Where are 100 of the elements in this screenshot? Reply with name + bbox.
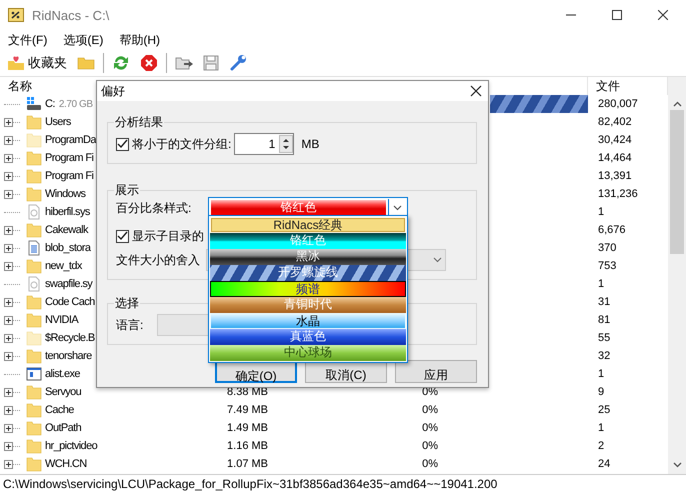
item-name[interactable]: blob_stora [45, 242, 90, 254]
expand-icon[interactable] [4, 172, 20, 180]
checkbox[interactable] [116, 138, 129, 150]
expand-icon[interactable] [4, 244, 20, 252]
dropdown-option[interactable]: 中心球场 [210, 345, 406, 361]
dialog-button[interactable]: 应用 [395, 360, 477, 383]
expand-icon[interactable] [4, 388, 20, 396]
expand-icon[interactable] [4, 316, 20, 324]
item-name[interactable]: tenorshare [45, 350, 92, 362]
unit-label: MB [301, 137, 320, 151]
expand-icon[interactable] [4, 352, 20, 360]
files-cell-text: 6,676 [597, 224, 627, 236]
folder-icon [26, 186, 42, 202]
files-cell-text: 370 [597, 242, 618, 254]
item-name[interactable]: Program Fi [45, 170, 94, 182]
menu-item[interactable]: 文件(F) [8, 32, 48, 48]
item-name[interactable]: $Recycle.B [45, 332, 95, 344]
item-name[interactable]: NVIDIA [45, 314, 78, 326]
item-name[interactable]: swapfile.sy [45, 278, 92, 290]
folder-icon [26, 258, 42, 274]
dropdown-option[interactable]: 频谱 [210, 281, 406, 297]
maximize-icon[interactable] [612, 10, 622, 20]
program-icon [26, 366, 42, 382]
files-cell-text: 30,424 [597, 134, 633, 146]
folder-icon [26, 402, 42, 418]
expand-icon[interactable] [4, 424, 20, 432]
expand-icon[interactable] [4, 226, 20, 234]
item-name[interactable]: C: [45, 98, 55, 110]
expand-icon[interactable] [4, 460, 20, 468]
item-name[interactable]: Cache [45, 404, 74, 416]
files-cell-text: 81 [597, 314, 612, 326]
expand-icon[interactable] [4, 298, 20, 306]
folder-icon [26, 168, 42, 184]
files-cell-text: 2 [597, 440, 606, 452]
scrollbar-thumb[interactable] [670, 110, 684, 254]
stop-icon[interactable] [138, 52, 160, 74]
item-name[interactable]: alist.exe [45, 368, 80, 380]
favorites-button[interactable]: 收藏夹 [5, 52, 69, 74]
close-icon[interactable] [658, 10, 668, 20]
item-name[interactable]: OutPath [45, 422, 82, 434]
files-cell-text: 24 [597, 458, 612, 470]
document-icon [26, 240, 42, 256]
dialog-title: 偏好 [101, 82, 125, 100]
item-name[interactable]: hiberfil.sys [45, 206, 90, 218]
file-icon [26, 204, 42, 220]
number-field[interactable]: 1 [234, 133, 294, 155]
expand-icon[interactable] [4, 334, 20, 342]
group-title: 选择 [114, 296, 140, 310]
folder-icon [26, 456, 42, 472]
percent-cell-text: 0% [421, 440, 439, 452]
expand-icon[interactable] [4, 406, 20, 414]
files-cell-text: 25 [597, 404, 612, 416]
item-name[interactable]: hr_pictvideo [45, 440, 98, 452]
expand-icon[interactable] [4, 154, 20, 162]
item-name[interactable]: Servyou [45, 386, 82, 398]
size-cell-text: 7.49 MB [226, 404, 269, 416]
scroll-up-icon[interactable] [672, 101, 682, 107]
item-name[interactable]: WCH.CN [45, 458, 87, 470]
folder-icon [26, 312, 42, 328]
item-name[interactable]: ProgramDa [45, 134, 96, 146]
files-cell-text: 9 [597, 386, 606, 398]
expand-icon[interactable] [4, 442, 20, 450]
checkbox-label[interactable]: 将小于的文件分组: [132, 136, 232, 152]
expand-icon[interactable] [4, 118, 20, 126]
item-name[interactable]: Program Fi [45, 152, 94, 164]
item-name[interactable]: Windows [45, 188, 86, 200]
files-cell-text: 1 [597, 206, 606, 218]
files-cell-text: 31 [597, 296, 612, 308]
item-name[interactable]: Users [45, 116, 71, 128]
chevron-down-icon[interactable] [392, 205, 402, 211]
item-name[interactable]: Code Cach [45, 296, 95, 308]
dropdown-option[interactable]: 水晶 [210, 313, 406, 329]
item-name[interactable]: Cakewalk [45, 224, 88, 236]
file-icon [26, 276, 42, 292]
field-label: 百分比条样式: [116, 200, 192, 216]
files-cell-text: 753 [597, 260, 618, 272]
close-icon[interactable] [470, 85, 482, 97]
menu-item[interactable]: 选项(E) [63, 32, 104, 48]
dropdown-option[interactable]: 黑冰 [210, 249, 406, 265]
dropdown-option[interactable]: RidNacs经典 [210, 217, 406, 233]
folder-icon [26, 438, 42, 454]
checkbox[interactable] [116, 230, 129, 242]
item-name[interactable]: new_tdx [45, 260, 82, 272]
folder-icon [26, 150, 42, 166]
folder-icon [26, 348, 42, 364]
folder-icon [26, 222, 42, 238]
expand-icon[interactable] [4, 262, 20, 270]
expand-icon[interactable] [4, 190, 20, 198]
files-cell-text: 13,391 [597, 170, 633, 182]
scroll-down-icon[interactable] [672, 462, 682, 468]
percent-cell-text: 0% [421, 422, 439, 434]
status-path: C:\Windows\servicing\LCU\Package_for_RollupFix~31bf3856ad364e35~amd64~~19041.200 [3, 477, 498, 491]
folder-icon [26, 132, 42, 148]
expand-icon[interactable] [4, 136, 20, 144]
checkbox-label[interactable]: 显示子目录的 [132, 228, 204, 244]
chevron-down-icon[interactable] [433, 257, 442, 263]
menu-item[interactable]: 帮助(H) [119, 32, 160, 48]
size-cell-text: 1.16 MB [226, 440, 269, 452]
dropdown-option[interactable]: 真蓝色 [210, 329, 406, 345]
app-icon [8, 8, 24, 22]
